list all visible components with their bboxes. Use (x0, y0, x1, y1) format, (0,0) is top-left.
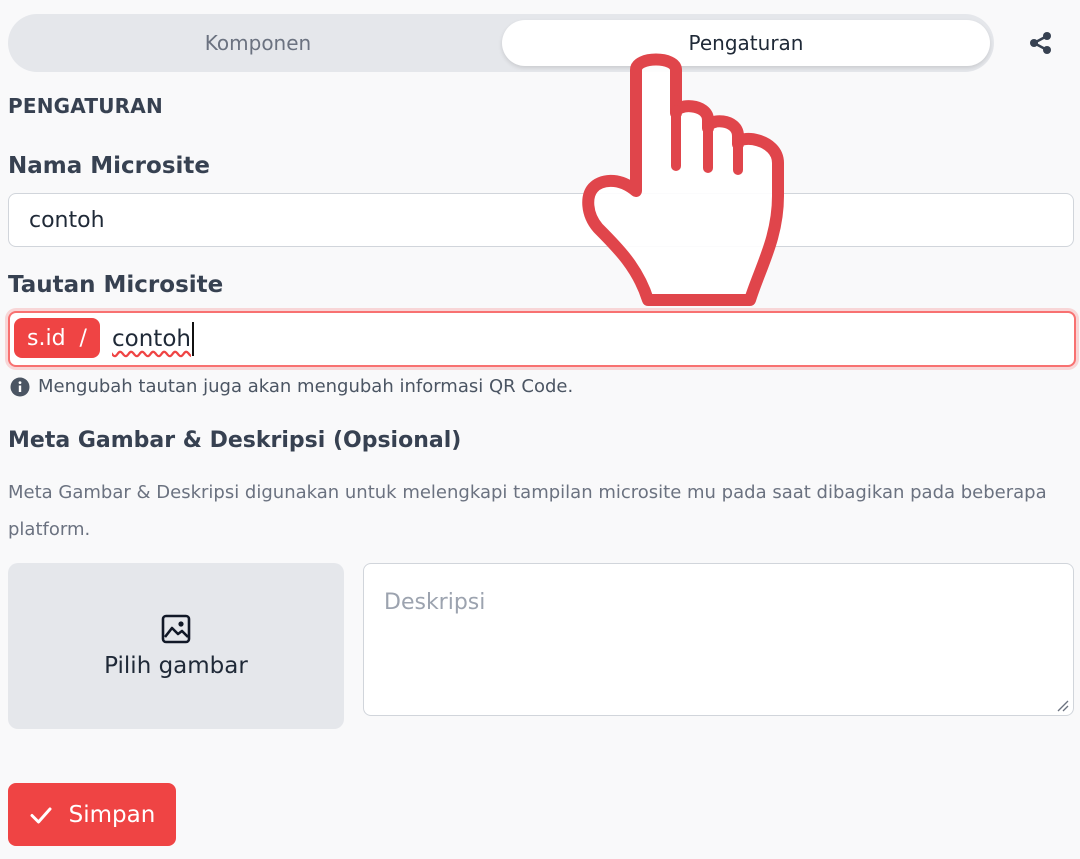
microsite-name-input[interactable]: contoh (8, 193, 1074, 247)
link-info-text: Mengubah tautan juga akan mengubah infor… (38, 376, 574, 397)
description-placeholder: Deskripsi (384, 590, 486, 615)
pick-image-label: Pilih gambar (104, 653, 248, 679)
meta-heading: Meta Gambar & Deskripsi (Opsional) (8, 428, 462, 453)
info-icon (10, 377, 30, 396)
link-prefix-badge: s.id / (14, 318, 100, 358)
save-button[interactable]: Simpan (8, 783, 176, 846)
microsite-link-label: Tautan Microsite (8, 272, 224, 298)
meta-description: Meta Gambar & Deskripsi digunakan untuk … (8, 482, 1047, 540)
section-heading: PENGATURAN (8, 94, 163, 118)
pick-image-button[interactable]: Pilih gambar (8, 563, 344, 729)
microsite-link-value[interactable]: contoh (112, 322, 194, 356)
microsite-name-label: Nama Microsite (8, 153, 210, 179)
share-icon[interactable] (1026, 30, 1056, 56)
description-textarea[interactable]: Deskripsi (363, 563, 1074, 716)
check-icon (30, 807, 52, 823)
link-info-row: Mengubah tautan juga akan mengubah infor… (10, 376, 573, 397)
image-icon (161, 614, 191, 644)
hand-cursor-icon (582, 53, 784, 306)
save-label: Simpan (68, 801, 156, 828)
tab-components[interactable]: Komponen (8, 14, 508, 72)
resize-handle-icon[interactable] (1055, 698, 1069, 712)
